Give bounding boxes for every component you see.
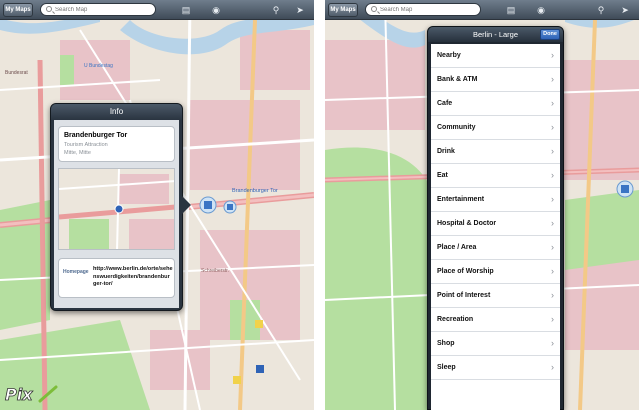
- search-field[interactable]: [40, 3, 156, 16]
- homepage-url[interactable]: http://www.berlin.de/orte/sehenswuerdigk…: [93, 266, 173, 289]
- category-item-label: Bank & ATM: [437, 76, 478, 83]
- category-item[interactable]: Point of Interest ›: [431, 284, 560, 308]
- globe-icon[interactable]: ◉: [210, 4, 222, 16]
- poi-area: Mitte, Mitte: [64, 150, 91, 156]
- category-item[interactable]: Nearby ›: [431, 44, 560, 68]
- category-item-label: Shop: [437, 340, 455, 347]
- category-item-label: Nearby: [437, 52, 461, 59]
- category-item[interactable]: Drink ›: [431, 140, 560, 164]
- search-input[interactable]: [55, 5, 151, 15]
- search-input[interactable]: [380, 5, 476, 15]
- locate-arrow-icon[interactable]: ➤: [294, 4, 306, 16]
- category-item[interactable]: Shop ›: [431, 332, 560, 356]
- bookmarks-icon[interactable]: ▤: [505, 4, 517, 16]
- search-icon: [46, 6, 52, 12]
- category-item[interactable]: Hospital & Doctor ›: [431, 212, 560, 236]
- top-toolbar: My Maps ▤ ◉ ⚲ ➤: [0, 0, 314, 20]
- category-item[interactable]: Bank & ATM ›: [431, 68, 560, 92]
- map-label-bundesrat: Bundesrat: [5, 70, 28, 76]
- chevron-right-icon: ›: [551, 170, 554, 180]
- chevron-right-icon: ›: [551, 74, 554, 84]
- info-popover: Info Brandenburger Tor Tourism Attractio…: [50, 103, 183, 311]
- watermark-logo: Pix: [5, 385, 58, 404]
- homepage-label: Homepage: [63, 269, 89, 275]
- category-item-label: Point of Interest: [437, 292, 491, 299]
- map-label-street: Schreiberstr.: [201, 268, 230, 274]
- category-item-label: Place of Worship: [437, 268, 494, 275]
- category-item[interactable]: Cafe ›: [431, 92, 560, 116]
- popover-arrow: [182, 196, 191, 214]
- poi-type: Tourism Attraction: [64, 142, 108, 148]
- category-item-label: Sleep: [437, 364, 456, 371]
- category-panel-header: Berlin - Large Done: [428, 27, 563, 42]
- watermark-text: Pix: [5, 385, 33, 404]
- globe-icon[interactable]: ◉: [535, 4, 547, 16]
- chevron-right-icon: ›: [551, 122, 554, 132]
- poi-name: Brandenburger Tor: [64, 132, 128, 139]
- category-item[interactable]: Recreation ›: [431, 308, 560, 332]
- top-toolbar: My Maps ▤ ◉ ⚲ ➤: [325, 0, 639, 20]
- category-item-label: Drink: [437, 148, 455, 155]
- category-item-label: Cafe: [437, 100, 453, 107]
- my-maps-button[interactable]: My Maps: [328, 3, 358, 17]
- done-button[interactable]: Done: [540, 29, 560, 40]
- category-item[interactable]: Sleep ›: [431, 356, 560, 380]
- category-item[interactable]: Place of Worship ›: [431, 260, 560, 284]
- location-pin-icon[interactable]: ⚲: [270, 4, 282, 16]
- category-item[interactable]: Eat ›: [431, 164, 560, 188]
- category-item-label: Community: [437, 124, 476, 131]
- category-item[interactable]: Community ›: [431, 116, 560, 140]
- category-item-label: Hospital & Doctor: [437, 220, 497, 227]
- popover-body[interactable]: Brandenburger Tor Tourism Attraction Mit…: [54, 120, 179, 308]
- category-item-label: Entertainment: [437, 196, 485, 203]
- chevron-right-icon: ›: [551, 242, 554, 252]
- category-item-label: Place / Area: [437, 244, 477, 251]
- locate-arrow-icon[interactable]: ➤: [619, 4, 631, 16]
- left-screen: Bundesrat U Bundestag Brandenburger Tor …: [0, 0, 314, 410]
- chevron-right-icon: ›: [551, 50, 554, 60]
- category-item-label: Recreation: [437, 316, 474, 323]
- category-item[interactable]: Place / Area ›: [431, 236, 560, 260]
- chevron-right-icon: ›: [551, 146, 554, 156]
- bookmarks-icon[interactable]: ▤: [180, 4, 192, 16]
- poi-card: Brandenburger Tor Tourism Attraction Mit…: [58, 126, 175, 162]
- search-field[interactable]: [365, 3, 481, 16]
- chevron-right-icon: ›: [551, 290, 554, 300]
- category-item[interactable]: Entertainment ›: [431, 188, 560, 212]
- chevron-right-icon: ›: [551, 314, 554, 324]
- right-screen: My Maps ▤ ◉ ⚲ ➤ Berlin - Large Done Near…: [325, 0, 639, 410]
- category-list: Nearby › Bank & ATM › Cafe › Community › Drink › E…: [431, 44, 560, 410]
- popover-title: Info: [51, 104, 182, 120]
- location-pin-icon[interactable]: ⚲: [595, 4, 607, 16]
- chevron-right-icon: ›: [551, 362, 554, 372]
- map-label-u-station: U Bundestag: [84, 63, 113, 69]
- my-maps-button[interactable]: My Maps: [3, 3, 33, 17]
- category-item-label: Eat: [437, 172, 448, 179]
- homepage-row[interactable]: Homepage http://www.berlin.de/orte/sehen…: [58, 258, 175, 298]
- search-icon: [371, 6, 377, 12]
- chevron-right-icon: ›: [551, 266, 554, 276]
- chevron-right-icon: ›: [551, 218, 554, 228]
- poi-mini-map[interactable]: [58, 168, 175, 250]
- chevron-right-icon: ›: [551, 98, 554, 108]
- category-panel: Berlin - Large Done Nearby › Bank & ATM › Ca…: [427, 26, 564, 410]
- chevron-right-icon: ›: [551, 194, 554, 204]
- map-label-poi: Brandenburger Tor: [232, 188, 278, 194]
- chevron-right-icon: ›: [551, 338, 554, 348]
